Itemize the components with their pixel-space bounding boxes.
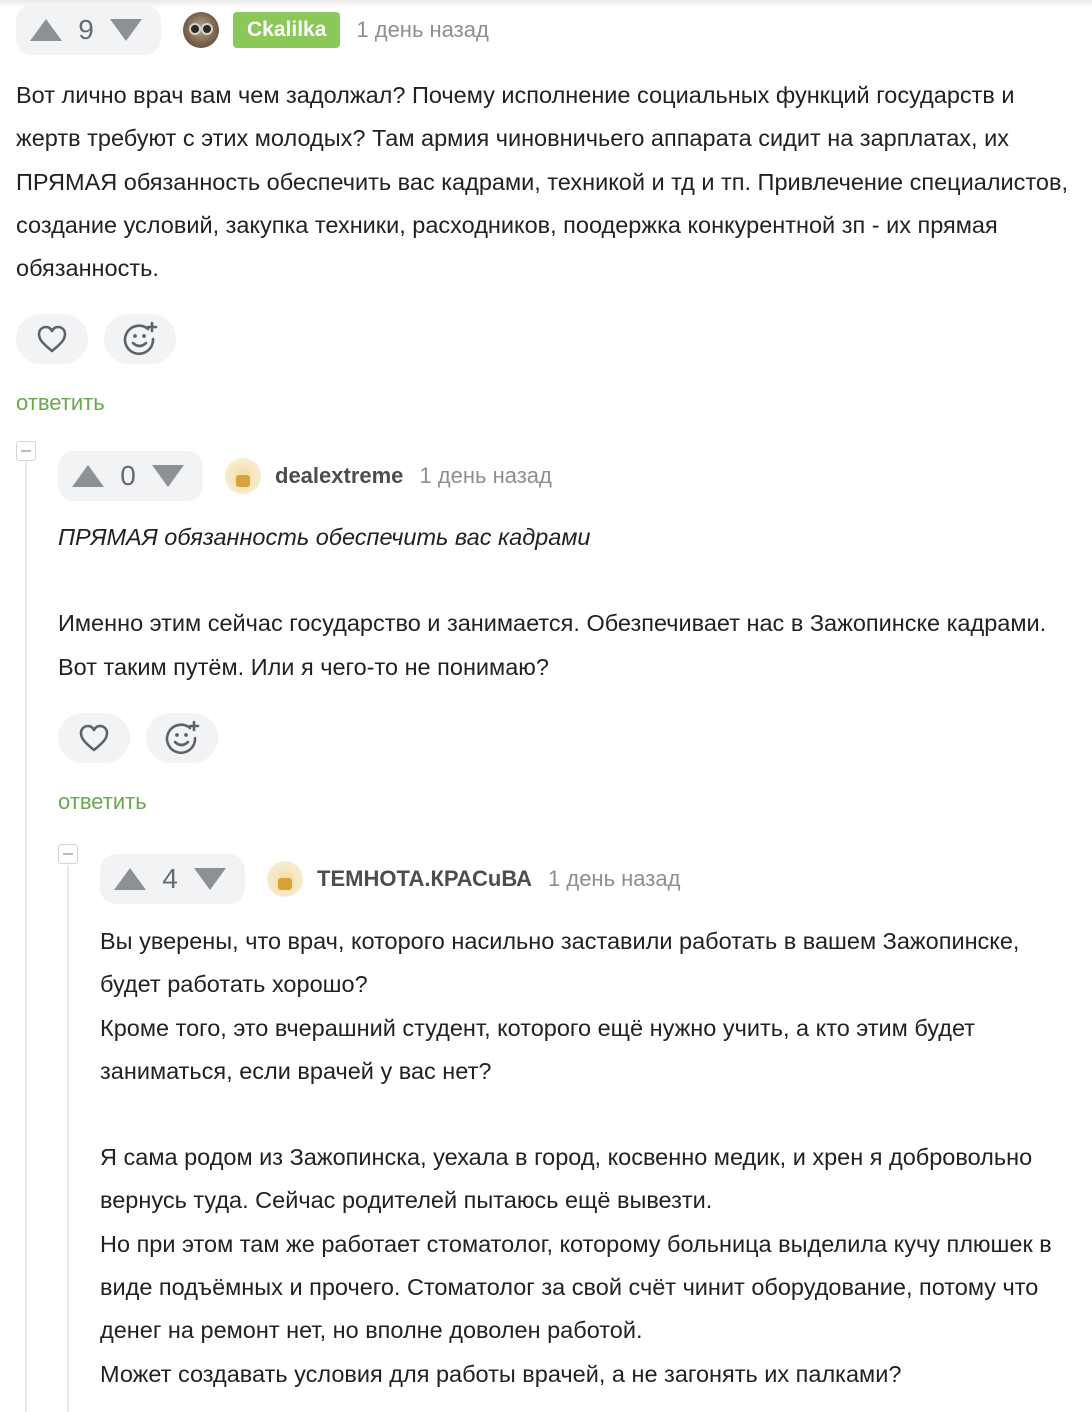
author-name[interactable]: dealextreme <box>275 463 403 489</box>
add-reaction-button[interactable] <box>104 314 176 365</box>
vote-box: 0 <box>58 451 203 501</box>
comment-actions <box>58 712 1076 763</box>
like-button[interactable] <box>58 712 130 763</box>
comment-time[interactable]: 1 день назад <box>419 463 551 489</box>
comment: 4 ТЕМНОТА.КРАСuВА 1 день назад Вы уверен… <box>100 853 1076 1396</box>
rating-score: 4 <box>162 863 178 894</box>
quoted-text: ПРЯМАЯ обязанность обеспечить вас кадрам… <box>58 524 591 550</box>
add-emoji-icon <box>123 322 158 356</box>
collapse-icon[interactable] <box>16 441 36 461</box>
comment-text: Я сама родом из Зажопинска, уехала в гор… <box>100 1144 1052 1387</box>
arrow-up-icon[interactable] <box>30 19 62 41</box>
add-emoji-icon <box>165 720 200 754</box>
collapse-icon[interactable] <box>58 844 78 864</box>
arrow-down-icon[interactable] <box>194 868 226 890</box>
rating-score: 0 <box>120 460 136 491</box>
arrow-up-icon[interactable] <box>114 868 146 890</box>
author-name[interactable]: Ckalilka <box>233 12 341 48</box>
comment: 0 dealextreme 1 день назад ПРЯМАЯ обязан… <box>58 450 1076 815</box>
avatar[interactable] <box>225 458 261 494</box>
comment-text: Вы уверены, что врач, которого насильно … <box>100 928 1020 1084</box>
comment: 9 Ckalilka 1 день назад Вот лично врач в… <box>16 4 1076 416</box>
avatar[interactable] <box>267 861 303 897</box>
comment-header: 9 Ckalilka 1 день назад <box>16 4 1076 56</box>
vote-box: 9 <box>16 5 161 55</box>
comment-time[interactable]: 1 день назад <box>356 17 488 43</box>
arrow-up-icon[interactable] <box>72 465 104 487</box>
author-name[interactable]: ТЕМНОТА.КРАСuВА <box>317 866 532 892</box>
comment-actions <box>16 314 1076 365</box>
thread-line <box>25 462 27 1412</box>
reply-link[interactable]: ответить <box>16 390 1076 416</box>
avatar[interactable] <box>183 12 219 48</box>
comment-text: Именно этим сейчас государство и занимае… <box>58 610 1047 680</box>
comment-header: 0 dealextreme 1 день назад <box>58 450 1076 502</box>
add-reaction-button[interactable] <box>146 712 218 763</box>
heart-icon <box>37 326 67 353</box>
comment-header: 4 ТЕМНОТА.КРАСuВА 1 день назад <box>100 853 1076 905</box>
thread-line <box>67 865 69 1412</box>
comment-time[interactable]: 1 день назад <box>548 866 680 892</box>
arrow-down-icon[interactable] <box>152 465 184 487</box>
vote-box: 4 <box>100 854 245 904</box>
comment-text: Вот лично врач вам чем задолжал? Почему … <box>16 82 1068 282</box>
arrow-down-icon[interactable] <box>110 19 142 41</box>
heart-icon <box>79 724 109 752</box>
reply-link[interactable]: ответить <box>58 789 1076 815</box>
like-button[interactable] <box>16 314 88 365</box>
rating-score: 9 <box>78 14 94 45</box>
